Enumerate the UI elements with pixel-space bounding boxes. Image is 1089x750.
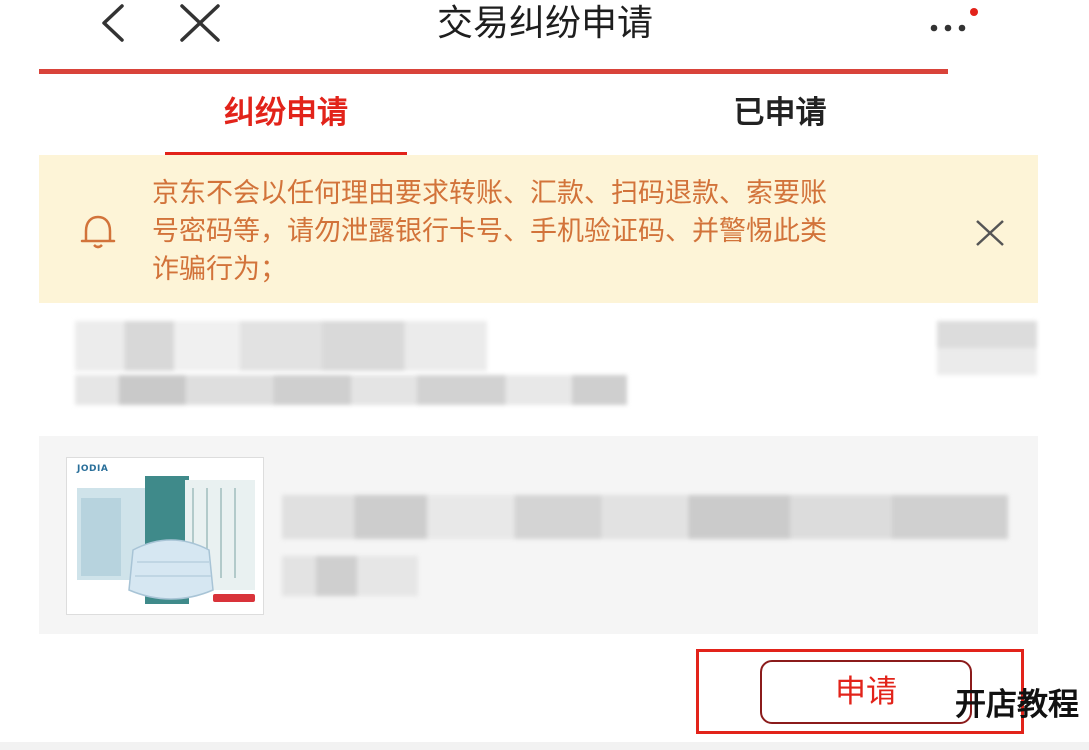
bell-icon [76, 209, 120, 253]
close-icon[interactable] [172, 0, 228, 48]
product-image[interactable]: JODIA [66, 457, 264, 615]
tab-dispute-apply[interactable]: 纠纷申请 [165, 84, 407, 142]
blurred-product-name [282, 495, 1008, 539]
blurred-order-status [937, 321, 1037, 375]
header-divider [39, 69, 948, 74]
back-chevron-icon[interactable] [88, 0, 138, 48]
apply-button[interactable]: 申请 [760, 660, 972, 724]
blurred-product-spec [282, 556, 418, 596]
tab-applied[interactable]: 已申请 [660, 84, 900, 142]
close-icon[interactable] [970, 212, 1010, 252]
bottom-divider [0, 742, 1089, 750]
blurred-store-name [75, 321, 487, 371]
order-header [39, 303, 1038, 423]
more-horizontal-icon[interactable] [926, 6, 982, 46]
watermark-text: 开店教程 [955, 687, 1079, 723]
notice-text: 京东不会以任何理由要求转账、汇款、扫码退款、索要账 号密码等，请勿泄露银行卡号、… [152, 178, 827, 285]
page-title: 交易纠纷申请 [436, 3, 653, 44]
blurred-order-info [75, 375, 627, 405]
